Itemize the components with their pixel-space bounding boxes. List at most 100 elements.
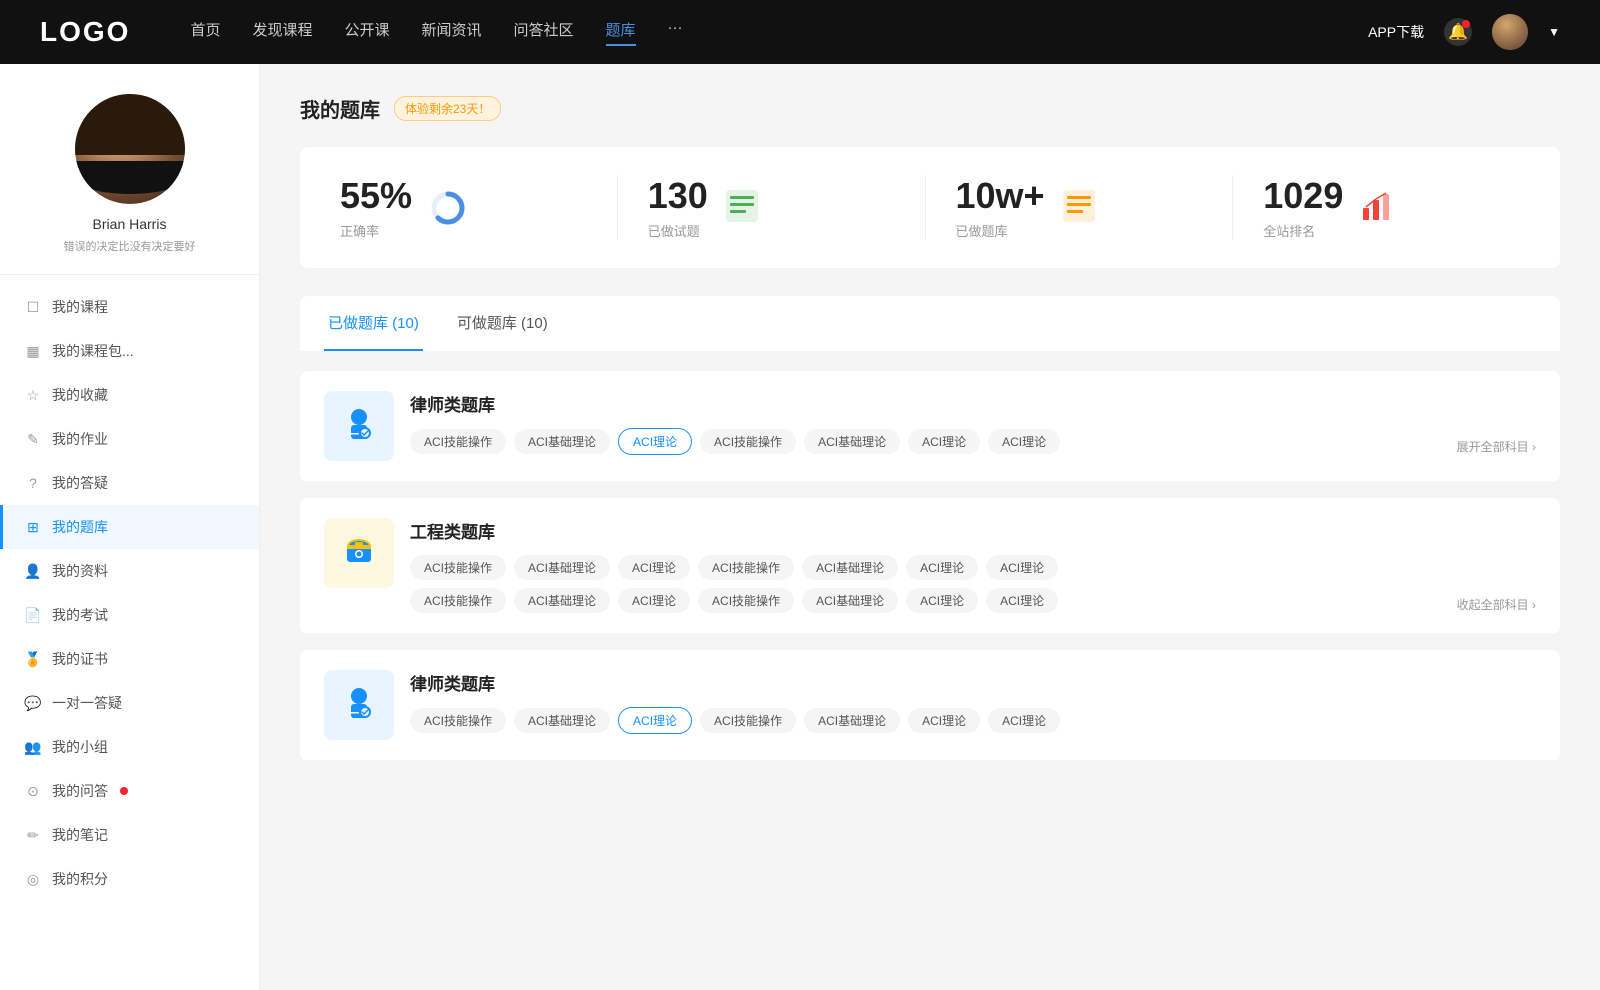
sidebar-item-course-package[interactable]: ▦ 我的课程包... [0, 329, 259, 373]
tag-3[interactable]: ACI技能操作 [700, 429, 796, 454]
stat-value: 1029 [1263, 175, 1343, 217]
tag-r2-0[interactable]: ACI技能操作 [410, 588, 506, 613]
tag-1[interactable]: ACI基础理论 [514, 429, 610, 454]
tag-2[interactable]: ACI理论 [618, 555, 690, 580]
sidebar-item-label: 我的考试 [52, 605, 108, 625]
tag-5[interactable]: ACI理论 [906, 555, 978, 580]
qbank-card-engineer: 工程类题库 ACI技能操作 ACI基础理论 ACI理论 ACI技能操作 ACI基… [300, 498, 1560, 634]
qbank-card-lawyer-2: 律师类题库 ACI技能操作 ACI基础理论 ACI理论 ACI技能操作 ACI基… [300, 650, 1560, 761]
tab-available-banks[interactable]: 可做题库 (10) [453, 296, 552, 351]
navbar-right: APP下载 🔔 ▼ [1368, 14, 1560, 50]
stat-label: 正确率 [340, 221, 412, 240]
notification-dot [1462, 20, 1470, 28]
tag-0[interactable]: ACI技能操作 [410, 708, 506, 733]
tag-4[interactable]: ACI基础理论 [804, 708, 900, 733]
cert-icon: 🏅 [24, 650, 42, 668]
nav-qbank[interactable]: 题库 [606, 19, 636, 46]
tag-4[interactable]: ACI基础理论 [804, 429, 900, 454]
nav-qa[interactable]: 问答社区 [514, 19, 574, 46]
user-dropdown-arrow[interactable]: ▼ [1548, 25, 1560, 39]
sidebar-profile: Brian Harris 错误的决定比没有决定要好 [0, 94, 259, 275]
qbank-content: 律师类题库 ACI技能操作 ACI基础理论 ACI理论 ACI技能操作 ACI基… [410, 391, 1536, 455]
sidebar-item-notes[interactable]: ✏ 我的笔记 [0, 813, 259, 857]
tab-done-banks[interactable]: 已做题库 (10) [324, 296, 423, 351]
avatar[interactable] [1492, 14, 1528, 50]
tag-r2-6[interactable]: ACI理论 [986, 588, 1058, 613]
nav-more[interactable]: ··· [668, 19, 683, 46]
tag-1[interactable]: ACI基础理论 [514, 555, 610, 580]
tag-4[interactable]: ACI基础理论 [802, 555, 898, 580]
notification-bell[interactable]: 🔔 [1444, 18, 1472, 46]
sidebar-item-points[interactable]: ◎ 我的积分 [0, 857, 259, 901]
navbar: LOGO 首页 发现课程 公开课 新闻资讯 问答社区 题库 ··· APP下载 … [0, 0, 1600, 64]
stat-done-questions: 130 已做试题 [618, 175, 926, 240]
page-layout: Brian Harris 错误的决定比没有决定要好 ☐ 我的课程 ▦ 我的课程包… [0, 0, 1600, 990]
sidebar-item-homework[interactable]: ✎ 我的作业 [0, 417, 259, 461]
tag-0[interactable]: ACI技能操作 [410, 555, 506, 580]
sidebar-item-my-course[interactable]: ☐ 我的课程 [0, 285, 259, 329]
expand-button[interactable]: 展开全部科目 › [1457, 438, 1536, 455]
chat-icon: 💬 [24, 694, 42, 712]
tag-3[interactable]: ACI技能操作 [700, 708, 796, 733]
sidebar: Brian Harris 错误的决定比没有决定要好 ☐ 我的课程 ▦ 我的课程包… [0, 64, 260, 990]
sidebar-item-one-on-one[interactable]: 💬 一对一答疑 [0, 681, 259, 725]
tag-6[interactable]: ACI理论 [986, 555, 1058, 580]
nav-news[interactable]: 新闻资讯 [422, 19, 482, 46]
profile-motto: 错误的决定比没有决定要好 [20, 238, 239, 254]
qbank-card-lawyer-1: 律师类题库 ACI技能操作 ACI基础理论 ACI理论 ACI技能操作 ACI基… [300, 371, 1560, 482]
stat-value: 10w+ [956, 175, 1045, 217]
nav-discover[interactable]: 发现课程 [252, 19, 312, 46]
tag-6[interactable]: ACI理论 [988, 429, 1060, 454]
stat-label: 已做试题 [648, 221, 708, 240]
qbank-title: 律师类题库 [410, 670, 1536, 695]
logo: LOGO [40, 16, 130, 48]
stat-done-questions-value-wrap: 130 已做试题 [648, 175, 708, 240]
qa-badge [120, 787, 128, 795]
tag-6[interactable]: ACI理论 [988, 708, 1060, 733]
sidebar-item-favorites[interactable]: ☆ 我的收藏 [0, 373, 259, 417]
tag-0[interactable]: ACI技能操作 [410, 429, 506, 454]
tag-r2-5[interactable]: ACI理论 [906, 588, 978, 613]
sidebar-item-label: 我的小组 [52, 737, 108, 757]
tag-r2-4[interactable]: ACI基础理论 [802, 588, 898, 613]
collapse-button[interactable]: 收起全部科目 › [1457, 596, 1536, 613]
sidebar-item-group[interactable]: 👥 我的小组 [0, 725, 259, 769]
group-icon: 👥 [24, 738, 42, 756]
sidebar-item-exam[interactable]: 📄 我的考试 [0, 593, 259, 637]
grid-icon: ⊞ [24, 518, 42, 536]
stat-accuracy: 55% 正确率 [340, 175, 618, 240]
qbank-header: 律师类题库 ACI技能操作 ACI基础理论 ACI理论 ACI技能操作 ACI基… [324, 391, 1536, 461]
note-icon: ✏ [24, 826, 42, 844]
stat-done-banks-value-wrap: 10w+ 已做题库 [956, 175, 1045, 240]
sidebar-item-profile[interactable]: 👤 我的资料 [0, 549, 259, 593]
nav-home[interactable]: 首页 [190, 19, 220, 46]
tag-5[interactable]: ACI理论 [908, 708, 980, 733]
stat-value: 55% [340, 175, 412, 217]
table-green-icon [724, 188, 764, 228]
star-icon: ☆ [24, 386, 42, 404]
sidebar-item-label: 我的课程 [52, 297, 108, 317]
sidebar-item-label: 我的证书 [52, 649, 108, 669]
stat-label: 已做题库 [956, 221, 1045, 240]
tag-1[interactable]: ACI基础理论 [514, 708, 610, 733]
lawyer-icon-2 [338, 684, 380, 726]
app-download-button[interactable]: APP下载 [1368, 22, 1424, 42]
file-icon: ☐ [24, 298, 42, 316]
sidebar-item-label: 我的收藏 [52, 385, 108, 405]
tag-r2-2[interactable]: ACI理论 [618, 588, 690, 613]
tag-r2-3[interactable]: ACI技能操作 [698, 588, 794, 613]
tag-r2-1[interactable]: ACI基础理论 [514, 588, 610, 613]
tag-2[interactable]: ACI理论 [618, 428, 692, 455]
page-title: 我的题库 [300, 94, 380, 123]
sidebar-item-qbank[interactable]: ⊞ 我的题库 [0, 505, 259, 549]
qbank-tags-row1: ACI技能操作 ACI基础理论 ACI理论 ACI技能操作 ACI基础理论 AC… [410, 428, 1536, 455]
tag-2[interactable]: ACI理论 [618, 707, 692, 734]
sidebar-item-ask[interactable]: ? 我的答疑 [0, 461, 259, 505]
tag-3[interactable]: ACI技能操作 [698, 555, 794, 580]
sidebar-item-certificate[interactable]: 🏅 我的证书 [0, 637, 259, 681]
score-icon: ◎ [24, 870, 42, 888]
sidebar-item-my-qa[interactable]: ⊙ 我的问答 [0, 769, 259, 813]
qbank-header: 律师类题库 ACI技能操作 ACI基础理论 ACI理论 ACI技能操作 ACI基… [324, 670, 1536, 740]
tag-5[interactable]: ACI理论 [908, 429, 980, 454]
nav-open-course[interactable]: 公开课 [344, 19, 389, 46]
